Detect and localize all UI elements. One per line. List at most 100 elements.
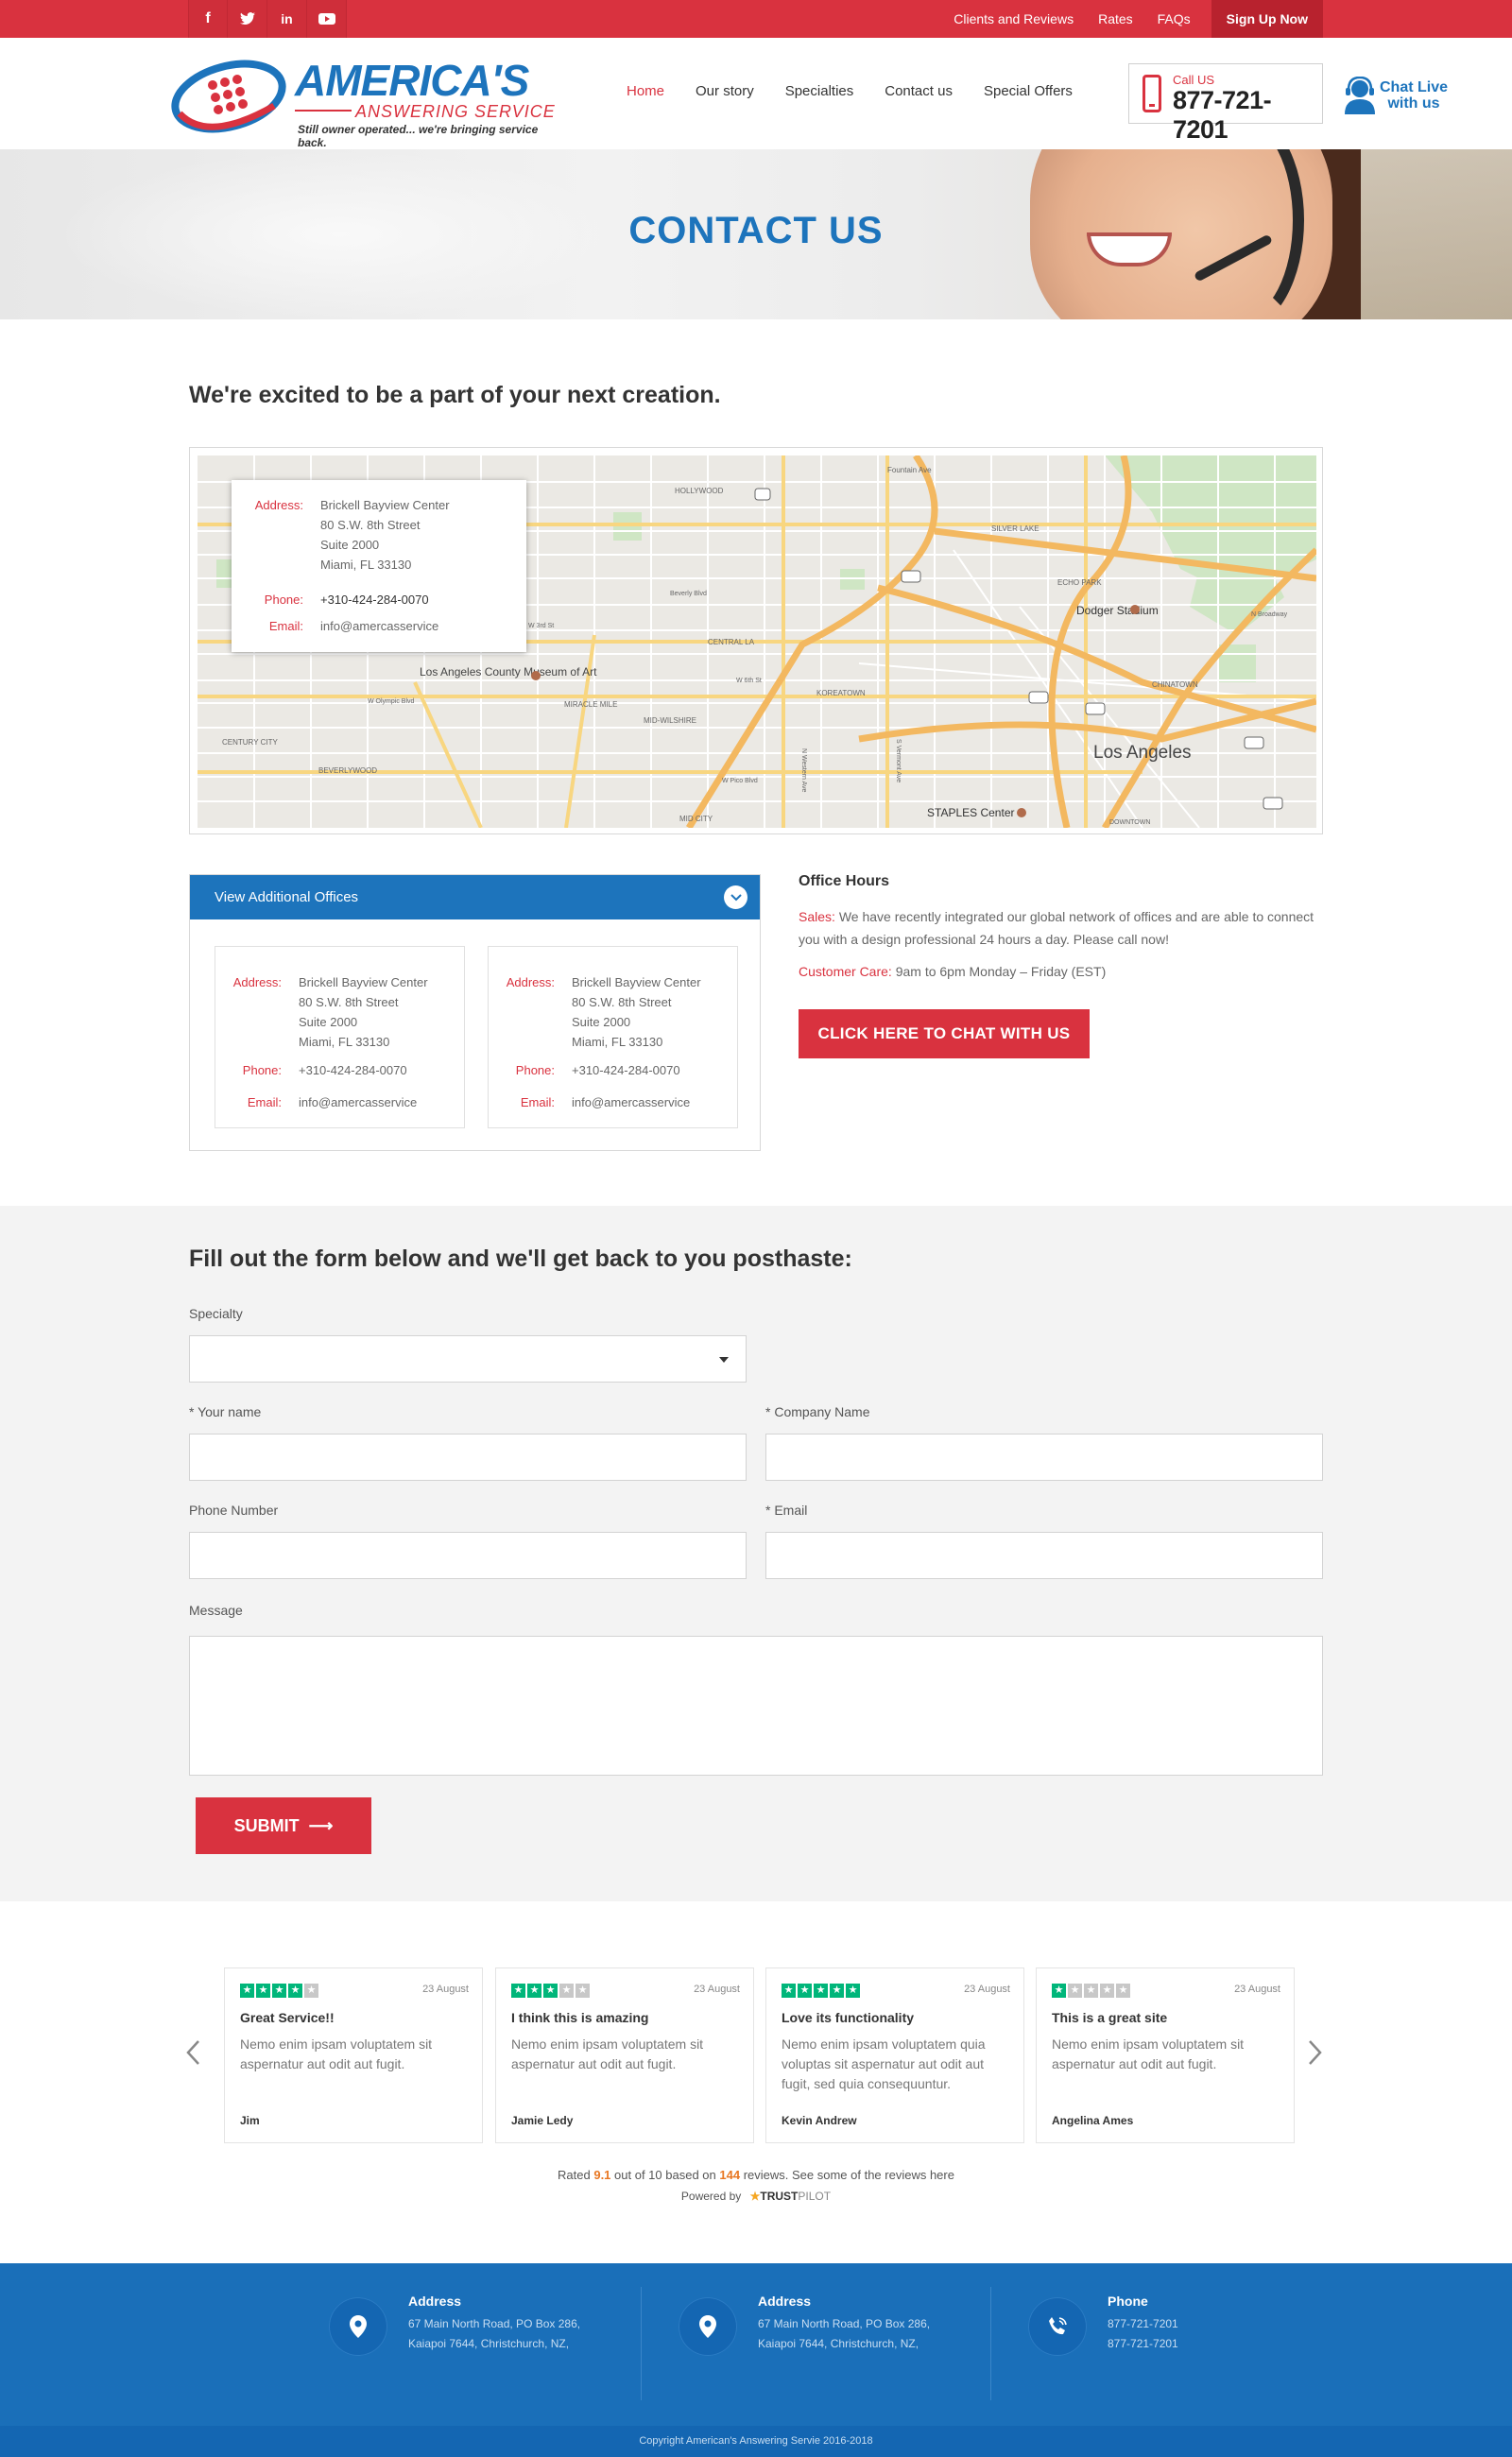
review-card[interactable]: ★ ★ ★ ★ ★ 23 August This is a great site Nemo e… xyxy=(1036,1967,1295,2143)
star-icon: ★ xyxy=(240,1984,254,1998)
map-label-koreatown: KOREATOWN xyxy=(816,689,866,697)
info-email[interactable]: info@amercasservice xyxy=(320,616,438,636)
clients-reviews-link[interactable]: Clients and Reviews xyxy=(954,11,1074,26)
nav-our-story[interactable]: Our story xyxy=(696,83,754,99)
chat-live-line1: Chat Live xyxy=(1380,79,1449,95)
review-body: Nemo enim ipsam voluptatem quia voluptas… xyxy=(782,2036,986,2091)
office-phone-label: Phone: xyxy=(515,1063,555,1077)
office-email[interactable]: info@amercasservice xyxy=(299,1092,417,1112)
nav-contact-us[interactable]: Contact us xyxy=(885,83,953,99)
specialty-label: Specialty xyxy=(189,1306,243,1321)
company-name-input[interactable] xyxy=(765,1434,1323,1481)
caret-down-icon xyxy=(719,1357,729,1363)
customer-care-label: Customer Care: xyxy=(799,964,892,979)
review-card[interactable]: ★ ★ ★ ★ ★ 23 August Love its functionality Nemo… xyxy=(765,1967,1024,2143)
logo-mark-icon xyxy=(171,60,286,133)
map-info-window: Address: Brickell Bayview Center 80 S.W.… xyxy=(232,480,526,652)
office-phone[interactable]: +310-424-284-0070 xyxy=(572,1060,680,1080)
office-phone-label: Phone: xyxy=(242,1063,282,1077)
your-name-input[interactable] xyxy=(189,1434,747,1481)
office-address: Brickell Bayview Center 80 S.W. 8th Stre… xyxy=(299,972,428,1052)
nav-home[interactable]: Home xyxy=(627,83,664,99)
additional-offices-toggle[interactable]: View Additional Offices xyxy=(190,875,760,919)
review-card[interactable]: ★ ★ ★ ★ ★ 23 August Great Service!! Nemo enim i… xyxy=(224,1967,483,2143)
faqs-link[interactable]: FAQs xyxy=(1158,11,1191,26)
logo-subtitle: ANSWERING SERVICE xyxy=(355,102,556,121)
linkedin-icon[interactable]: in xyxy=(267,0,307,38)
star-icon: ★ xyxy=(527,1984,541,1998)
chevron-right-icon[interactable] xyxy=(1308,2037,1323,2074)
map-label-los-angeles: Los Angeles xyxy=(1093,743,1192,763)
chevron-left-icon[interactable] xyxy=(185,2037,200,2074)
twitter-icon[interactable] xyxy=(228,0,267,38)
map-label-w-3rd-st: W 3rd St xyxy=(528,623,554,629)
review-card[interactable]: ★ ★ ★ ★ ★ 23 August I think this is amazing Nem… xyxy=(495,1967,754,2143)
review-body: Nemo enim ipsam voluptatem sit aspernatu… xyxy=(1052,2036,1245,2071)
footer-line[interactable]: 877-721-7201 xyxy=(1108,2314,1178,2334)
map-label-w-olympic-blvd: W Olympic Blvd xyxy=(368,698,415,705)
chat-live-line2: with us xyxy=(1387,95,1440,112)
footer-text: 67 Main North Road, PO Box 286, Kaiapoi … xyxy=(408,2314,580,2354)
phone-ring-icon xyxy=(1028,2297,1087,2356)
specialty-select[interactable] xyxy=(189,1335,747,1383)
rating-suffix[interactable]: reviews. See some of the reviews here xyxy=(744,2168,954,2182)
rating-stars: ★ ★ ★ ★ ★ xyxy=(782,1984,862,1998)
office-map[interactable]: HOLLYWOOD SILVER LAKE ECHO PARK Dodger S… xyxy=(198,455,1316,828)
top-links: Clients and Reviews Rates FAQs Sign Up N… xyxy=(929,0,1323,38)
logo-tagline: Still owner operated... we're bringing s… xyxy=(298,123,539,149)
office-card: Address: Brickell Bayview Center 80 S.W.… xyxy=(488,946,738,1128)
nav-special-offers[interactable]: Special Offers xyxy=(984,83,1073,99)
info-phone[interactable]: +310-424-284-0070 xyxy=(320,590,429,610)
call-us-box[interactable]: Call US 877-721-7201 xyxy=(1128,63,1323,144)
customer-care-hours: Customer Care: 9am to 6pm Monday – Frida… xyxy=(799,960,1328,983)
nav-specialties[interactable]: Specialties xyxy=(785,83,854,99)
office-address-line: 80 S.W. 8th Street xyxy=(572,995,672,1009)
footer-address-1: Address 67 Main North Road, PO Box 286, … xyxy=(329,2290,669,2399)
review-body: Nemo enim ipsam voluptatem sit aspernatu… xyxy=(511,2036,704,2071)
footer-title: Address xyxy=(408,2294,462,2309)
office-address: Brickell Bayview Center 80 S.W. 8th Stre… xyxy=(572,972,701,1052)
star-icon: ★ xyxy=(1116,1984,1130,1998)
chat-live-link[interactable]: Chat Live with us xyxy=(1340,74,1453,121)
chat-with-us-button[interactable]: CLICK HERE TO CHAT WITH US xyxy=(799,1009,1090,1058)
customer-care-text: 9am to 6pm Monday – Friday (EST) xyxy=(895,964,1107,979)
office-email-label: Email: xyxy=(520,1095,555,1109)
info-phone-label: Phone: xyxy=(264,593,303,607)
review-date: 23 August xyxy=(422,1984,469,1995)
map-label-n-broadway: N Broadway xyxy=(1251,611,1288,618)
message-textarea[interactable] xyxy=(189,1636,1323,1776)
star-icon: ★ xyxy=(543,1984,558,1998)
phone-number-input[interactable] xyxy=(189,1532,747,1579)
call-us-label: Call US xyxy=(1173,73,1215,87)
additional-offices-title: View Additional Offices xyxy=(215,889,359,905)
review-title: Love its functionality xyxy=(782,2010,915,2025)
star-icon: ★ xyxy=(1052,1984,1066,1998)
review-author: Angelina Ames xyxy=(1052,2114,1134,2127)
map-label-downtown: DOWNTOWN xyxy=(1109,819,1150,826)
star-icon: ★ xyxy=(782,1984,796,1998)
star-icon: ★ xyxy=(576,1984,590,1998)
office-phone[interactable]: +310-424-284-0070 xyxy=(299,1060,407,1080)
footer-line[interactable]: 877-721-7201 xyxy=(1108,2334,1178,2354)
site-header: AMERICA'S ANSWERING SERVICE Still owner … xyxy=(0,38,1512,149)
submit-button[interactable]: SUBMIT ⟶ xyxy=(196,1797,371,1854)
map-label-mid-wilshire: MID-WILSHIRE xyxy=(644,716,696,725)
email-input[interactable] xyxy=(765,1532,1323,1579)
info-address-line: 80 S.W. 8th Street xyxy=(320,518,421,532)
trustpilot-logo[interactable]: ★TRUSTPILOT xyxy=(750,2190,831,2203)
footer-text: 877-721-7201 877-721-7201 xyxy=(1108,2314,1178,2354)
star-icon: ★ xyxy=(1084,1984,1098,1998)
facebook-icon[interactable]: f xyxy=(188,0,228,38)
mobile-phone-icon xyxy=(1143,75,1161,112)
youtube-icon[interactable] xyxy=(307,0,347,38)
star-icon: ★ xyxy=(559,1984,574,1998)
chevron-down-icon[interactable] xyxy=(724,885,747,909)
footer-title: Phone xyxy=(1108,2294,1148,2309)
office-email[interactable]: info@amercasservice xyxy=(572,1092,690,1112)
site-logo[interactable]: AMERICA'S ANSWERING SERVICE Still owner … xyxy=(170,55,567,149)
office-address-label: Address: xyxy=(232,975,282,989)
rates-link[interactable]: Rates xyxy=(1098,11,1133,26)
sign-up-button[interactable]: Sign Up Now xyxy=(1211,0,1323,38)
map-label-dodger-stadium: Dodger Stadium xyxy=(1076,604,1159,617)
office-address-line: Miami, FL 33130 xyxy=(299,1035,390,1049)
